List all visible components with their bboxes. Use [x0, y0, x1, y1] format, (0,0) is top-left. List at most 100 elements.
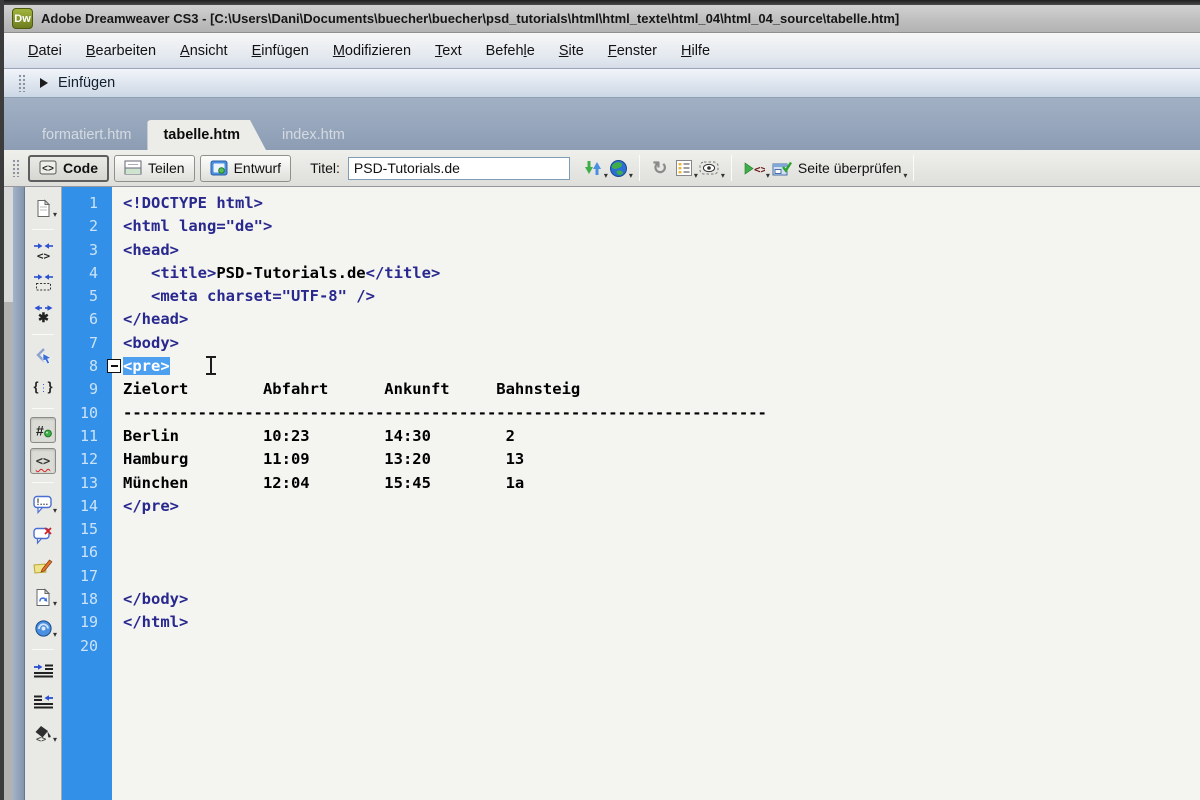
svg-text:✱: ✱ — [38, 310, 49, 323]
refresh-icon: ↻ — [652, 157, 668, 178]
code-line-11[interactable]: Berlin 10:23 14:30 2 — [123, 425, 1200, 448]
code-editor[interactable]: 1 2 3 4 5 6 7 8 9 10 11 12 13 14 15 16 17 18 19 20 <!DOCTYP… — [62, 187, 1200, 800]
expander-triangle-icon[interactable] — [40, 78, 48, 88]
apply-comment-button[interactable]: !… ▾ — [30, 491, 57, 517]
coding-toolbar-separator — [32, 649, 54, 650]
insert-toolbar-label: Einfügen — [58, 75, 116, 91]
line-number-14: 14 — [79, 496, 98, 515]
dropdown-arrow-icon[interactable]: ▾ — [53, 600, 57, 608]
preview-browser-button[interactable]: ▾ — [606, 155, 633, 181]
code-line-4[interactable]: <title>PSD-Tutorials.de</title> — [123, 262, 1200, 285]
refresh-button[interactable]: ↻ — [648, 155, 672, 181]
collapse-full-tag-icon: <> — [33, 242, 54, 261]
dropdown-arrow-icon[interactable]: ▾ — [53, 507, 57, 515]
format-source-code-button[interactable]: <> ▾ — [30, 720, 57, 746]
recent-snippets-button[interactable]: ▾ — [30, 584, 57, 610]
code-line-1[interactable]: <!DOCTYPE html> — [123, 192, 1200, 215]
menu-item-einfgen[interactable]: Einfügen — [240, 37, 321, 65]
code-line-18[interactable]: </body> — [123, 588, 1200, 611]
dropdown-arrow-icon[interactable]: ▾ — [53, 211, 57, 219]
code-fold-toggle[interactable] — [107, 359, 121, 374]
collapse-full-tag-button[interactable]: <> — [30, 238, 56, 264]
tab-index-htm[interactable]: index.htm — [266, 120, 361, 150]
title-field-label: Titel: — [310, 160, 340, 176]
code-line-17[interactable] — [123, 565, 1200, 588]
file-management-button[interactable]: ▾ — [580, 155, 608, 181]
menu-item-bearbeiten[interactable]: Bearbeiten — [74, 37, 168, 65]
menu-item-text[interactable]: Text — [423, 37, 474, 65]
code-line-14[interactable]: </pre> — [123, 495, 1200, 518]
menu-item-fenster[interactable]: Fenster — [596, 37, 669, 65]
dropdown-arrow-icon[interactable]: ▾ — [629, 172, 633, 180]
check-page-button[interactable]: ▾ Seite überprüfen — [768, 155, 907, 181]
select-parent-tag-button[interactable] — [30, 343, 56, 369]
line-number-11: 11 — [79, 426, 98, 445]
line-number-15: 15 — [79, 520, 98, 539]
code-line-20[interactable] — [123, 635, 1200, 658]
dropdown-arrow-icon[interactable]: ▾ — [53, 631, 57, 639]
preview-browser-icon — [609, 159, 628, 178]
code-line-15[interactable] — [123, 518, 1200, 541]
panel-collapse-strip[interactable] — [13, 187, 25, 800]
wrap-tag-button[interactable] — [30, 553, 56, 579]
visual-aids-icon — [699, 159, 720, 177]
move-css-button[interactable]: ▾ — [30, 615, 57, 641]
code-line-12[interactable]: Hamburg 11:09 13:20 13 — [123, 448, 1200, 471]
wrap-tag-icon — [33, 557, 53, 576]
select-parent-tag-icon — [34, 347, 53, 366]
code-text: Berlin 10:23 14:30 2 — [123, 426, 515, 445]
code-line-7[interactable]: <body> — [123, 332, 1200, 355]
highlight-invalid-code-button[interactable]: <> — [30, 448, 56, 474]
menu-item-datei[interactable]: Datei — [16, 37, 74, 65]
apply-comment-icon: !… — [32, 495, 54, 514]
view-button-label: Entwurf — [233, 160, 282, 176]
balance-braces-button[interactable]: {⋮} — [30, 374, 56, 400]
dropdown-arrow-icon[interactable]: ▾ — [721, 172, 725, 180]
dropdown-arrow-icon[interactable]: ▾ — [53, 736, 57, 744]
menu-item-site[interactable]: Site — [547, 37, 596, 65]
check-page-icon — [772, 159, 793, 177]
menu-item-ansicht[interactable]: Ansicht — [168, 37, 240, 65]
toolbar-drag-handle-icon[interactable] — [12, 159, 20, 177]
entwurf-view-button[interactable]: Entwurf — [199, 154, 292, 182]
code-line-3[interactable]: <head> — [123, 239, 1200, 262]
dropdown-arrow-icon[interactable]: ▾ — [903, 172, 907, 180]
code-view[interactable]: <!DOCTYPE html> <html lang="de"> <head> <t… — [112, 187, 1200, 800]
outdent-code-button[interactable] — [30, 689, 56, 715]
insert-toolbar[interactable]: Einfügen — [4, 69, 1200, 98]
line-number-3: 3 — [88, 240, 98, 259]
code-line-13[interactable]: München 12:04 15:45 1a — [123, 472, 1200, 495]
teilen-view-button[interactable]: Teilen — [114, 154, 195, 182]
code-line-5[interactable]: <meta charset="UTF-8" /> — [123, 285, 1200, 308]
indent-code-icon — [33, 663, 54, 680]
menu-item-befehle[interactable]: Befehle — [474, 37, 547, 65]
code-line-8[interactable]: <pre> — [123, 355, 1200, 378]
code-line-10[interactable]: ----------------------------------------… — [123, 402, 1200, 425]
document-title-input[interactable] — [347, 156, 570, 180]
tab-formatiert-htm[interactable]: formatiert.htm — [26, 120, 147, 150]
code-line-2[interactable]: <html lang="de"> — [123, 215, 1200, 238]
drag-handle-icon[interactable] — [18, 74, 26, 92]
collapse-selection-button[interactable] — [30, 269, 56, 295]
html-tag-text: <!DOCTYPE html> — [123, 194, 263, 212]
menu-item-modifizieren[interactable]: Modifizieren — [321, 37, 423, 65]
tab-tabelle-htm[interactable]: tabelle.htm — [147, 120, 266, 150]
visual-aids-button[interactable]: ▾ — [696, 155, 725, 181]
view-button-label: Code — [63, 160, 98, 176]
code-line-9[interactable]: Zielort Abfahrt Ankunft Bahnsteig — [123, 378, 1200, 401]
menu-item-hilfe[interactable]: Hilfe — [669, 37, 722, 65]
html-tag-text: <title> — [151, 263, 217, 282]
code-line-16[interactable] — [123, 541, 1200, 564]
indent-code-button[interactable] — [30, 658, 56, 684]
code-line-19[interactable]: </html> — [123, 611, 1200, 634]
line-number-5: 5 — [88, 287, 98, 306]
view-options-button[interactable]: ▾ — [672, 155, 698, 181]
code-line-6[interactable]: </head> — [123, 308, 1200, 331]
open-documents-button[interactable]: ▾ — [30, 195, 57, 221]
design-view-icon — [210, 160, 229, 176]
validate-markup-button[interactable]: <> ▾ — [740, 155, 770, 181]
code-view-button[interactable]: <> Code — [28, 154, 109, 182]
line-numbers-button[interactable]: # — [30, 417, 56, 443]
remove-comment-button[interactable] — [30, 522, 56, 548]
expand-all-button[interactable]: ✱ — [30, 300, 56, 326]
